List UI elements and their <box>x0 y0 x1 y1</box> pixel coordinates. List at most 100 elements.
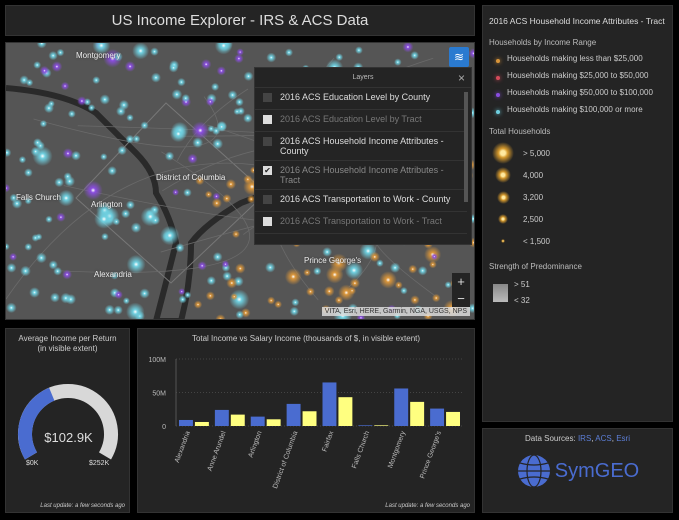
tract-point[interactable] <box>100 153 108 161</box>
source-link-esri[interactable]: Esri <box>616 434 630 443</box>
tract-point[interactable] <box>63 172 72 181</box>
tract-point[interactable] <box>6 148 12 158</box>
tract-point[interactable] <box>77 96 87 106</box>
tract-point[interactable] <box>204 190 213 199</box>
tract-point[interactable] <box>200 59 212 70</box>
tract-point[interactable] <box>24 243 33 251</box>
tract-point[interactable] <box>36 43 47 49</box>
tract-point[interactable] <box>9 252 18 261</box>
tract-point[interactable] <box>83 180 103 200</box>
tract-point[interactable] <box>62 269 73 280</box>
tract-point[interactable] <box>211 82 220 91</box>
tract-point[interactable] <box>132 43 150 60</box>
bar[interactable] <box>430 408 445 426</box>
bar[interactable] <box>394 388 409 426</box>
source-link-irs[interactable]: IRS <box>578 434 591 443</box>
tract-point[interactable] <box>183 188 192 197</box>
tract-point[interactable] <box>6 302 17 314</box>
layer-item[interactable]: 2016 ACS Education Level by County <box>255 88 467 110</box>
bar[interactable] <box>214 409 229 426</box>
tract-point[interactable] <box>230 293 238 301</box>
tract-point[interactable] <box>126 302 145 320</box>
tract-point[interactable] <box>104 304 115 315</box>
tract-point[interactable] <box>431 293 441 303</box>
bar[interactable] <box>410 401 425 426</box>
tract-point[interactable] <box>394 281 403 289</box>
tract-point[interactable] <box>39 119 48 128</box>
tract-point[interactable] <box>48 50 58 61</box>
close-icon[interactable]: × <box>458 71 465 85</box>
tract-point[interactable] <box>87 104 96 112</box>
tract-point[interactable] <box>214 43 233 55</box>
zoom-out-button[interactable]: − <box>452 290 470 307</box>
tract-point[interactable] <box>267 296 276 305</box>
tract-point[interactable] <box>125 200 135 210</box>
tract-point[interactable] <box>225 179 237 190</box>
bar[interactable] <box>179 419 193 426</box>
tract-point[interactable] <box>243 113 253 123</box>
tract-point[interactable] <box>6 243 10 251</box>
tract-point[interactable] <box>48 260 58 270</box>
tract-point[interactable] <box>379 271 397 289</box>
tract-point[interactable] <box>291 298 300 307</box>
tract-point[interactable] <box>178 295 187 304</box>
tract-point[interactable] <box>221 260 230 269</box>
tract-point[interactable] <box>430 253 438 261</box>
tract-point[interactable] <box>47 100 55 108</box>
tract-point[interactable] <box>33 61 42 69</box>
tract-point[interactable] <box>160 225 180 246</box>
tract-point[interactable] <box>178 288 186 296</box>
bar[interactable] <box>250 416 265 426</box>
tract-point[interactable] <box>205 291 215 301</box>
tract-point[interactable] <box>99 94 110 105</box>
tract-point[interactable] <box>140 121 149 130</box>
tract-point[interactable] <box>60 81 70 91</box>
tract-point[interactable] <box>116 106 126 117</box>
tract-point[interactable] <box>56 48 65 57</box>
tract-point[interactable] <box>235 97 244 107</box>
tract-point[interactable] <box>164 151 175 161</box>
tract-point[interactable] <box>408 264 418 274</box>
tract-point[interactable] <box>233 107 241 116</box>
tract-point[interactable] <box>410 295 420 305</box>
tract-point[interactable] <box>150 72 161 83</box>
tract-point[interactable] <box>39 65 50 76</box>
tract-point[interactable] <box>6 183 11 193</box>
tract-point[interactable] <box>222 194 232 203</box>
tract-point[interactable] <box>402 43 414 53</box>
tract-point[interactable] <box>212 252 223 262</box>
tract-point[interactable] <box>29 287 40 298</box>
tract-point[interactable] <box>126 114 134 122</box>
tract-point[interactable] <box>150 47 159 56</box>
tract-point[interactable] <box>117 145 127 156</box>
tract-point[interactable] <box>417 265 428 276</box>
tract-point[interactable] <box>235 263 246 274</box>
tract-point[interactable] <box>24 168 33 177</box>
tract-point[interactable] <box>51 61 63 72</box>
tract-point[interactable] <box>349 278 360 289</box>
tract-point[interactable] <box>215 314 226 320</box>
tract-point[interactable] <box>71 150 81 161</box>
tract-point[interactable] <box>60 292 72 304</box>
tract-point[interactable] <box>265 262 276 273</box>
tract-point[interactable] <box>303 268 311 277</box>
tract-point[interactable] <box>468 48 475 59</box>
tract-point[interactable] <box>324 286 335 297</box>
bar[interactable] <box>338 397 353 426</box>
tract-point[interactable] <box>177 77 186 87</box>
tract-point[interactable] <box>428 260 437 269</box>
tract-point[interactable] <box>171 89 183 100</box>
layer-item[interactable]: 2016 ACS Education Level by Tract <box>255 110 467 132</box>
bar[interactable] <box>230 414 245 426</box>
tract-point[interactable] <box>67 109 76 118</box>
bar[interactable] <box>322 382 337 426</box>
tract-point[interactable] <box>113 305 123 315</box>
tract-point[interactable] <box>36 252 47 264</box>
tract-point[interactable] <box>18 155 27 164</box>
tract-point[interactable] <box>92 76 101 85</box>
layer-checkbox[interactable] <box>263 195 272 204</box>
tract-point[interactable] <box>274 300 283 309</box>
tract-point[interactable] <box>206 276 216 286</box>
tract-point[interactable] <box>211 198 222 209</box>
scrollbar[interactable] <box>464 92 468 202</box>
